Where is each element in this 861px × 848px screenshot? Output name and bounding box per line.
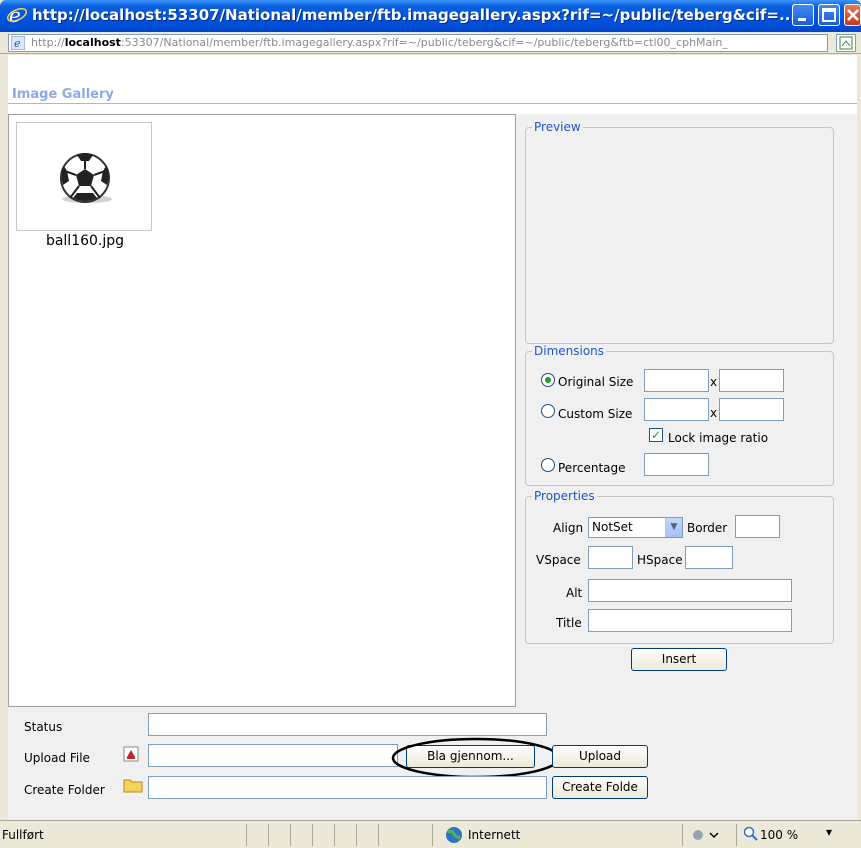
original-size-radio[interactable] [541,373,555,387]
security-icon[interactable] [690,827,720,843]
address-rest: :53307/National/member/ftb.imagegallery.… [120,36,728,49]
maximize-button[interactable] [818,4,840,26]
zoom-dropdown-icon[interactable]: ▾ [826,825,832,839]
globe-icon [446,827,462,843]
address-field[interactable]: e http://localhost:53307/National/member… [8,34,828,52]
gallery-header: Image Gallery [8,55,857,115]
address-extra-button[interactable] [836,34,856,52]
file-name[interactable]: ball160.jpg [21,233,149,249]
align-label: Align [553,521,584,535]
vspace-input[interactable] [588,546,633,569]
status-divider [356,824,357,846]
lock-ratio-label: Lock image ratio [668,431,769,445]
address-prefix: http:// [31,36,65,49]
percentage-label: Percentage [558,461,626,475]
minimize-icon [798,18,806,21]
ie-logo-icon: e [6,4,28,26]
lock-ratio-checkbox[interactable]: ✓ [649,428,663,442]
alt-label: Alt [566,586,583,600]
maximize-icon [822,8,836,22]
percentage-radio[interactable] [541,458,555,472]
align-value: NotSet [592,520,633,534]
hspace-label: HSpace [637,553,683,567]
create-folder-button[interactable]: Create Folde [552,776,648,799]
status-field [148,713,547,736]
upload-file-input[interactable] [148,744,398,767]
x-separator-2: x [710,406,718,420]
insert-button[interactable]: Insert [631,648,727,671]
custom-size-radio[interactable] [541,404,555,418]
percentage-input[interactable] [644,453,709,476]
folder-icon [123,779,143,793]
svg-text:e: e [9,4,21,26]
preview-group: Preview [525,120,834,344]
align-select[interactable]: NotSet ▼ [588,517,683,538]
window-title: http://localhost:53307/National/member/f… [32,6,797,24]
status-divider [378,824,379,846]
status-divider [290,824,291,846]
upload-icon [123,746,139,762]
status-divider [432,824,433,846]
thumbnail-ball160[interactable] [16,122,152,231]
alt-input[interactable] [588,579,792,602]
zone-text: Internett [468,828,521,842]
x-separator: x [710,375,718,389]
chevron-down-icon: ▼ [665,518,682,537]
page-title: Image Gallery [12,87,114,102]
preview-legend: Preview [534,120,581,134]
hspace-input[interactable] [685,546,733,569]
original-height-input[interactable] [719,369,784,392]
status-text: Fullført [2,828,44,842]
status-divider [334,824,335,846]
status-divider [246,824,247,846]
address-bar: e http://localhost:53307/National/member… [0,32,861,54]
upload-button[interactable]: Upload [552,745,648,768]
status-divider [682,824,683,846]
original-width-input[interactable] [644,369,709,392]
original-size-label: Original Size [558,375,634,389]
soccer-ball-icon [60,153,112,203]
minimize-button[interactable] [792,4,814,26]
title-label: Title [556,616,582,630]
close-button[interactable] [844,4,861,26]
status-divider [312,824,313,846]
gallery-panel: ball160.jpg Preview Dimensions Original … [8,114,857,820]
address-host: localhost [64,36,121,49]
zoom-icon [743,826,758,841]
create-folder-input[interactable] [148,776,547,799]
status-label: Status [24,720,63,734]
create-folder-label: Create Folder [24,783,105,797]
status-divider [736,824,737,846]
file-list: ball160.jpg [8,114,516,707]
highlight-ellipse [391,737,561,779]
zoom-text[interactable]: 100 % [760,828,798,842]
page-icon: e [11,36,25,50]
window-titlebar: e http://localhost:53307/National/member… [0,0,861,32]
custom-size-label: Custom Size [558,407,633,421]
custom-height-input[interactable] [719,398,784,421]
dimensions-legend: Dimensions [534,344,605,358]
vspace-label: VSpace [536,553,581,567]
feed-icon [839,36,853,50]
status-divider [268,824,269,846]
browser-statusbar: Fullført Internett 100 % ▾ [0,820,861,848]
close-icon [847,9,859,21]
border-input[interactable] [735,515,780,538]
upload-file-label: Upload File [24,751,90,765]
title-input[interactable] [588,609,792,632]
svg-text:e: e [14,37,21,50]
title-divider [8,103,857,104]
border-label: Border [687,521,728,535]
properties-legend: Properties [534,489,595,503]
custom-width-input[interactable] [644,398,709,421]
